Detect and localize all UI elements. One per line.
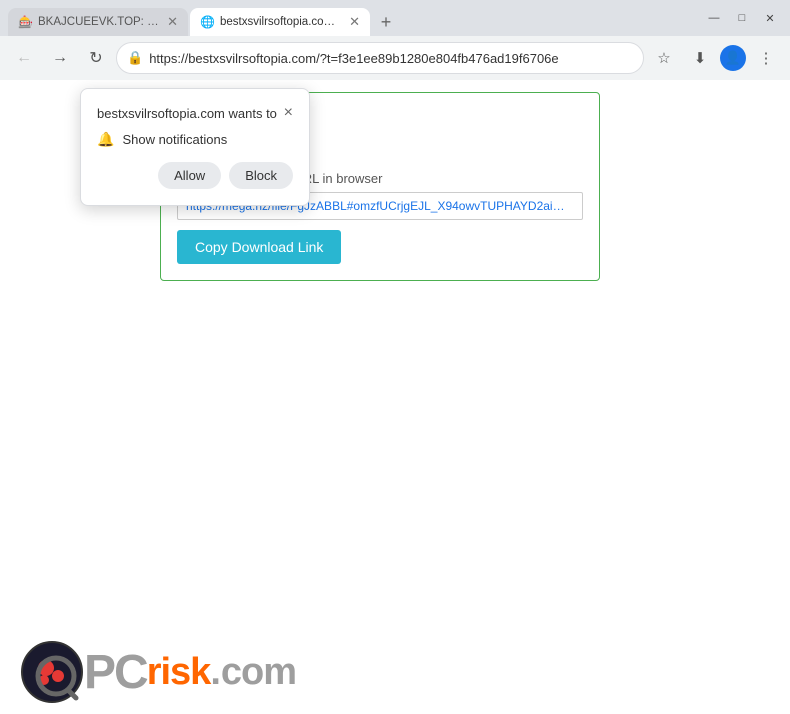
reload-button[interactable]: ↻ — [80, 42, 112, 74]
download-button[interactable]: ⬇ — [684, 42, 716, 74]
block-button[interactable]: Block — [229, 162, 293, 189]
address-bar[interactable]: 🔒 https://bestxsvilrsoftopia.com/?t=f3e1… — [116, 42, 644, 74]
pcrisk-logo-icon — [20, 640, 84, 704]
new-tab-button[interactable]: + — [372, 8, 400, 36]
title-bar: 🎰 BKAJCUEEVK.TOP: Crypto Casin... ✕ 🌐 be… — [0, 0, 790, 36]
tabs-area: 🎰 BKAJCUEEVK.TOP: Crypto Casin... ✕ 🌐 be… — [8, 0, 694, 36]
address-text: https://bestxsvilrsoftopia.com/?t=f3e1ee… — [149, 51, 633, 66]
minimize-button[interactable]: — — [702, 10, 726, 26]
close-button[interactable]: ✕ — [758, 10, 782, 26]
tab2-label: bestxsvilrsoftopia.com/?t=f3e1... — [220, 16, 341, 28]
bell-icon: 🔔 — [97, 131, 114, 148]
tab1-label: BKAJCUEEVK.TOP: Crypto Casin... — [38, 16, 159, 28]
popup-title-row: bestxsvilrsoftopia.com wants to × — [97, 105, 293, 121]
tab2-favicon-icon: 🌐 — [200, 15, 214, 29]
maximize-button[interactable]: □ — [730, 10, 754, 26]
popup-title: bestxsvilrsoftopia.com wants to — [97, 106, 277, 121]
pcrisk-com-text: com — [221, 651, 296, 694]
tab1-favicon-icon: 🎰 — [18, 15, 32, 29]
browser-frame: 🎰 BKAJCUEEVK.TOP: Crypto Casin... ✕ 🌐 be… — [0, 0, 790, 714]
nav-bar: ← → ↻ 🔒 https://bestxsvilrsoftopia.com/?… — [0, 36, 790, 80]
back-button[interactable]: ← — [8, 42, 40, 74]
pcrisk-logo: PC risk . com — [20, 640, 296, 704]
profile-icon: 👤 — [725, 50, 741, 66]
bookmark-button[interactable]: ☆ — [648, 42, 680, 74]
tab-2[interactable]: 🌐 bestxsvilrsoftopia.com/?t=f3e1... ✕ — [190, 8, 370, 36]
tab1-close-icon[interactable]: ✕ — [167, 14, 178, 30]
window-controls: — □ ✕ — [702, 10, 782, 26]
forward-button[interactable]: → — [44, 42, 76, 74]
popup-close-icon[interactable]: × — [284, 105, 293, 121]
notification-row: 🔔 Show notifications — [97, 131, 293, 148]
pcrisk-dot: . — [210, 651, 221, 694]
menu-button[interactable]: ⋮ — [750, 42, 782, 74]
copy-download-link-button[interactable]: Copy Download Link — [177, 230, 341, 264]
page-content: bestxsvilrsoftopia.com wants to × 🔔 Show… — [0, 80, 790, 714]
tab2-close-icon[interactable]: ✕ — [349, 14, 360, 30]
popup-buttons: Allow Block — [97, 162, 293, 189]
allow-button[interactable]: Allow — [158, 162, 221, 189]
notification-popup: bestxsvilrsoftopia.com wants to × 🔔 Show… — [80, 88, 310, 206]
notification-label: Show notifications — [122, 132, 227, 147]
security-icon: 🔒 — [127, 50, 143, 66]
tab-1[interactable]: 🎰 BKAJCUEEVK.TOP: Crypto Casin... ✕ — [8, 8, 188, 36]
pcrisk-risk-text: risk — [147, 651, 211, 694]
profile-button[interactable]: 👤 — [720, 45, 746, 71]
pcrisk-pc-text: PC — [84, 645, 147, 700]
nav-actions: ☆ ⬇ 👤 ⋮ — [648, 42, 782, 74]
